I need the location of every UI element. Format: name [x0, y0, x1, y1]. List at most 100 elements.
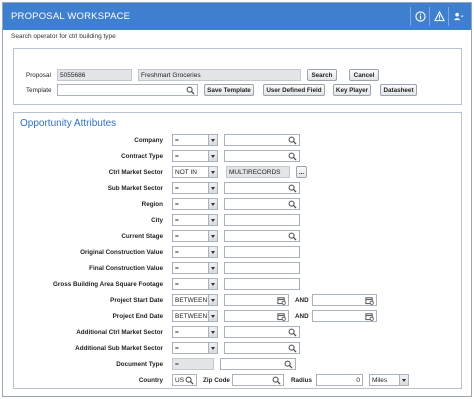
proposal-name-field: Freshmart Groceries [138, 69, 301, 81]
chevron-down-icon [208, 167, 217, 177]
search-icon[interactable] [185, 376, 194, 385]
warning-icon[interactable] [429, 7, 448, 26]
contract-type-operator-select[interactable]: = [172, 150, 218, 162]
contract-type-input[interactable] [224, 150, 300, 162]
operator-hint: Search operator for ctrl building type [11, 33, 116, 40]
calendar-icon[interactable] [365, 296, 374, 305]
additional-sub-market-sector-label: Additional Sub Market Sector [75, 345, 163, 352]
gross-building-area-label: Gross Building Area Square Footage [53, 281, 163, 288]
proposal-workspace-window: PROPOSAL WORKSPACE Search operator for c… [2, 2, 472, 397]
title-actions [410, 7, 467, 26]
city-input[interactable] [224, 214, 300, 226]
chevron-down-icon [208, 215, 217, 225]
document-type-input[interactable] [220, 358, 296, 370]
company-input[interactable] [224, 134, 300, 146]
ctrl-market-sector-label: Ctrl Market Sector [108, 169, 163, 176]
search-button[interactable]: Search [307, 69, 337, 81]
chevron-down-icon [399, 375, 408, 385]
city-operator-select[interactable]: = [172, 214, 218, 226]
calendar-icon[interactable] [365, 312, 374, 321]
project-end-to-input[interactable] [312, 310, 377, 322]
search-icon[interactable] [288, 200, 297, 209]
contract-type-label: Contract Type [121, 153, 163, 160]
chevron-down-icon [208, 247, 217, 257]
radius-unit-select[interactable]: Miles [369, 374, 409, 386]
datasheet-button[interactable]: Datasheet [380, 84, 417, 96]
project-end-and-label: AND [295, 313, 309, 320]
opportunity-attributes-panel: Opportunity Attributes Company = Contrac… [13, 112, 462, 389]
original-construction-value-input[interactable] [224, 246, 300, 258]
gross-building-operator-select[interactable]: = [172, 278, 218, 290]
calendar-icon[interactable] [277, 312, 286, 321]
gross-building-area-input[interactable] [224, 278, 300, 290]
calendar-icon[interactable] [277, 296, 286, 305]
template-label: Template [26, 87, 52, 94]
current-stage-label: Current Stage [121, 233, 163, 240]
original-construction-value-label: Original Construction Value [80, 249, 163, 256]
sub-market-sector-input[interactable] [224, 182, 300, 194]
country-input[interactable]: US [172, 374, 197, 386]
search-icon[interactable] [288, 344, 297, 353]
search-icon[interactable] [288, 232, 297, 241]
search-icon[interactable] [288, 152, 297, 161]
region-input[interactable] [224, 198, 300, 210]
final-construction-operator-select[interactable]: = [172, 262, 218, 274]
chevron-down-icon [208, 295, 217, 305]
original-construction-operator-select[interactable]: = [172, 246, 218, 258]
chevron-down-icon [208, 311, 217, 321]
radius-input[interactable]: 0 [316, 374, 363, 386]
ctrl-market-sector-operator-select[interactable]: NOT IN [172, 166, 218, 178]
radius-label: Radius [291, 377, 312, 384]
city-label: City [151, 217, 163, 224]
user-defined-field-button[interactable]: User Defined Field [263, 84, 325, 96]
additional-ctrl-market-operator-select[interactable]: = [172, 326, 218, 338]
sub-market-sector-label: Sub Market Sector [107, 185, 163, 192]
additional-sub-market-input[interactable] [224, 342, 300, 354]
project-start-operator-select[interactable]: BETWEEN [172, 294, 218, 306]
template-input[interactable] [57, 84, 198, 96]
chevron-down-icon [208, 199, 217, 209]
key-player-button[interactable]: Key Player [333, 84, 371, 96]
cancel-button[interactable]: Cancel [349, 69, 379, 81]
current-stage-input[interactable] [224, 230, 300, 242]
info-icon[interactable] [410, 7, 429, 26]
company-operator-select[interactable]: = [172, 134, 218, 146]
window-title: PROPOSAL WORKSPACE [11, 11, 131, 22]
project-end-from-input[interactable] [224, 310, 289, 322]
search-icon[interactable] [288, 136, 297, 145]
country-label: Country [138, 377, 163, 384]
ctrl-market-sector-more-button[interactable]: ... [296, 166, 307, 178]
project-end-date-label: Project End Date [112, 313, 163, 320]
zip-code-input[interactable] [232, 374, 284, 386]
additional-sub-market-operator-select[interactable]: = [172, 342, 218, 354]
project-start-and-label: AND [295, 297, 309, 304]
final-construction-value-input[interactable] [224, 262, 300, 274]
user-menu-icon[interactable] [448, 7, 467, 26]
save-template-button[interactable]: Save Template [204, 84, 254, 96]
current-stage-operator-select[interactable]: = [172, 230, 218, 242]
proposal-number-field: 5055686 [57, 69, 132, 81]
zip-code-label: Zip Code [203, 377, 230, 384]
company-label: Company [134, 137, 163, 144]
additional-ctrl-market-input[interactable] [224, 326, 300, 338]
chevron-down-icon [208, 263, 217, 273]
project-end-operator-select[interactable]: BETWEEN [172, 310, 218, 322]
final-construction-value-label: Final Construction Value [89, 265, 163, 272]
project-start-to-input[interactable] [312, 294, 377, 306]
document-type-operator-select: = [172, 358, 214, 370]
chevron-down-icon [208, 231, 217, 241]
sub-market-sector-operator-select[interactable]: = [172, 182, 218, 194]
region-operator-select[interactable]: = [172, 198, 218, 210]
chevron-down-icon [208, 151, 217, 161]
search-icon[interactable] [186, 86, 195, 95]
search-icon[interactable] [288, 328, 297, 337]
search-icon[interactable] [288, 184, 297, 193]
section-title: Opportunity Attributes [20, 118, 117, 129]
project-start-from-input[interactable] [224, 294, 289, 306]
proposal-label: Proposal [26, 72, 51, 79]
chevron-down-icon [208, 343, 217, 353]
proposal-panel: Proposal 5055686 Freshmart Groceries Sea… [13, 48, 462, 105]
country-value: US [175, 377, 185, 384]
search-icon[interactable] [272, 376, 281, 385]
search-icon[interactable] [284, 360, 293, 369]
